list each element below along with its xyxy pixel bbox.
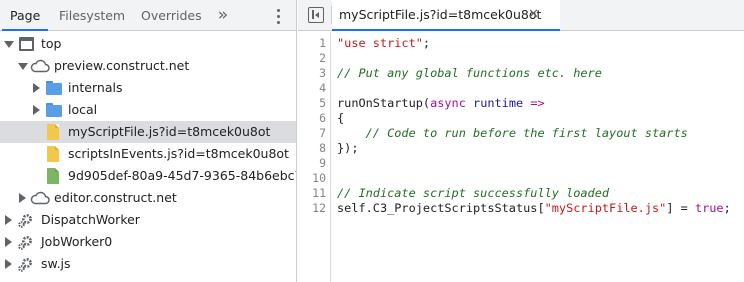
folder-icon bbox=[46, 103, 62, 117]
js-file-icon bbox=[47, 146, 59, 162]
code-line[interactable]: { bbox=[337, 111, 344, 126]
code-token: // Put any global functions etc. here bbox=[337, 66, 602, 80]
tree-item-local[interactable]: local bbox=[0, 99, 296, 121]
tree-item-label: scriptsInEvents.js?id=t8mcek0u8ot bbox=[68, 146, 289, 161]
line-number: 8 bbox=[319, 141, 326, 155]
code-token: runtime bbox=[473, 96, 524, 110]
code-token: ; bbox=[422, 36, 431, 50]
tree-item-sw-js[interactable]: sw.js bbox=[0, 253, 296, 275]
tree-item-preview-construct-net[interactable]: preview.construct.net bbox=[0, 55, 296, 77]
tree-item-label: DispatchWorker bbox=[41, 212, 140, 227]
cloud-icon bbox=[30, 59, 50, 73]
code-token: self.C3_ProjectScriptsStatus[ bbox=[337, 201, 545, 215]
code-line[interactable]: self.C3_ProjectScriptsStatus["myScriptFi… bbox=[337, 201, 731, 216]
more-tabs-chevron-icon[interactable]: » bbox=[208, 0, 238, 30]
code-line[interactable]: }); bbox=[337, 141, 358, 156]
code-token: ] = bbox=[666, 201, 695, 215]
expand-arrow-icon[interactable] bbox=[5, 259, 12, 269]
code-token: // Indicate script successfully loaded bbox=[337, 186, 610, 200]
document-file-icon bbox=[47, 168, 59, 184]
code-token: runOnStartup( bbox=[337, 96, 431, 110]
tree-item-label: top bbox=[41, 36, 62, 51]
line-number: 4 bbox=[319, 81, 326, 95]
line-number: 11 bbox=[312, 186, 326, 200]
tree-item-myscriptfile[interactable]: myScriptFile.js?id=t8mcek0u8ot bbox=[0, 121, 296, 143]
code-token: { bbox=[337, 111, 345, 125]
expand-arrow-icon[interactable] bbox=[18, 63, 28, 70]
tree-item-label: JobWorker0 bbox=[41, 234, 113, 249]
tab-overrides[interactable]: Overrides bbox=[133, 0, 210, 30]
line-number: 2 bbox=[319, 51, 326, 65]
cloud-icon bbox=[30, 191, 50, 205]
code-token: }); bbox=[337, 141, 359, 155]
editor-file-tab-label: myScriptFile.js?id=t8mcek0u8ot bbox=[339, 7, 542, 22]
line-number: 9 bbox=[319, 156, 326, 170]
code-line[interactable]: runOnStartup(async runtime => bbox=[337, 96, 545, 111]
close-icon[interactable]: ✕ bbox=[528, 0, 539, 30]
toggle-navigator-icon[interactable] bbox=[308, 7, 324, 23]
tree-item-label: 9d905def-80a9-45d7-9365-84b6ebc751 bbox=[68, 168, 297, 183]
sources-navigator: Page Filesystem Overrides » top preview.… bbox=[0, 0, 297, 282]
code-token: // Code to run before the first layout s… bbox=[365, 126, 688, 140]
expand-arrow-icon[interactable] bbox=[5, 237, 12, 247]
tree-item-label: local bbox=[68, 102, 98, 117]
code-token: async bbox=[430, 96, 466, 110]
tree-item-scriptsinevents[interactable]: scriptsInEvents.js?id=t8mcek0u8ot bbox=[0, 143, 296, 165]
js-file-icon bbox=[47, 124, 59, 140]
line-number-gutter: 1 2 3 4 5 6 7 8 9 10 11 12 bbox=[298, 32, 331, 282]
frame-icon bbox=[19, 37, 34, 51]
code-token: ; bbox=[723, 201, 731, 215]
line-number: 1 bbox=[319, 36, 326, 50]
code-token: => bbox=[523, 96, 545, 110]
expand-arrow-icon[interactable] bbox=[33, 83, 40, 93]
gear-icon bbox=[18, 214, 32, 228]
tree-item-jobworker0[interactable]: JobWorker0 bbox=[0, 231, 296, 253]
line-number: 3 bbox=[319, 66, 326, 80]
line-number: 12 bbox=[312, 201, 326, 215]
tree-item-internals[interactable]: internals bbox=[0, 77, 296, 99]
gear-icon bbox=[18, 258, 32, 272]
code-token: true bbox=[694, 201, 724, 215]
tab-filesystem[interactable]: Filesystem bbox=[51, 0, 133, 30]
code-editor[interactable]: 1 2 3 4 5 6 7 8 9 10 11 12 "use strict";// Put any … bbox=[298, 32, 744, 282]
code-line[interactable]: // Indicate script successfully loaded bbox=[337, 186, 609, 201]
tab-page[interactable]: Page bbox=[2, 0, 49, 31]
gear-icon bbox=[18, 236, 32, 250]
expand-arrow-icon[interactable] bbox=[4, 41, 14, 48]
tree-item-dispatchworker[interactable]: DispatchWorker bbox=[0, 209, 296, 231]
code-token: "myScriptFile.js" bbox=[544, 201, 667, 215]
line-number: 10 bbox=[312, 171, 326, 185]
folder-icon bbox=[46, 81, 62, 95]
expand-arrow-icon[interactable] bbox=[5, 215, 12, 225]
line-number: 7 bbox=[319, 126, 326, 140]
tree-item-document[interactable]: 9d905def-80a9-45d7-9365-84b6ebc751 bbox=[0, 165, 297, 187]
code-line[interactable]: "use strict"; bbox=[337, 36, 430, 51]
line-number: 5 bbox=[319, 96, 326, 110]
editor-tabbar: myScriptFile.js?id=t8mcek0u8ot ✕ bbox=[298, 0, 744, 31]
expand-arrow-icon[interactable] bbox=[19, 193, 26, 203]
code-token: "use strict" bbox=[337, 36, 423, 50]
code-line[interactable]: // Put any global functions etc. here bbox=[337, 66, 602, 81]
tree-item-editor-construct-net[interactable]: editor.construct.net bbox=[0, 187, 296, 209]
editor-file-tab[interactable]: myScriptFile.js?id=t8mcek0u8ot ✕ bbox=[332, 0, 560, 31]
tree-item-label: myScriptFile.js?id=t8mcek0u8ot bbox=[68, 124, 271, 139]
expand-arrow-icon[interactable] bbox=[33, 105, 40, 115]
navigator-tabbar: Page Filesystem Overrides » bbox=[0, 0, 296, 31]
tree-item-label: sw.js bbox=[41, 256, 71, 271]
line-number: 6 bbox=[319, 111, 326, 125]
tree-item-top[interactable]: top bbox=[0, 33, 296, 55]
tree-item-label: internals bbox=[68, 80, 123, 95]
code-line[interactable]: // Code to run before the first layout s… bbox=[337, 126, 688, 141]
tree-item-label: editor.construct.net bbox=[54, 190, 177, 205]
tree-item-label: preview.construct.net bbox=[54, 58, 190, 73]
more-options-icon[interactable] bbox=[269, 6, 289, 26]
